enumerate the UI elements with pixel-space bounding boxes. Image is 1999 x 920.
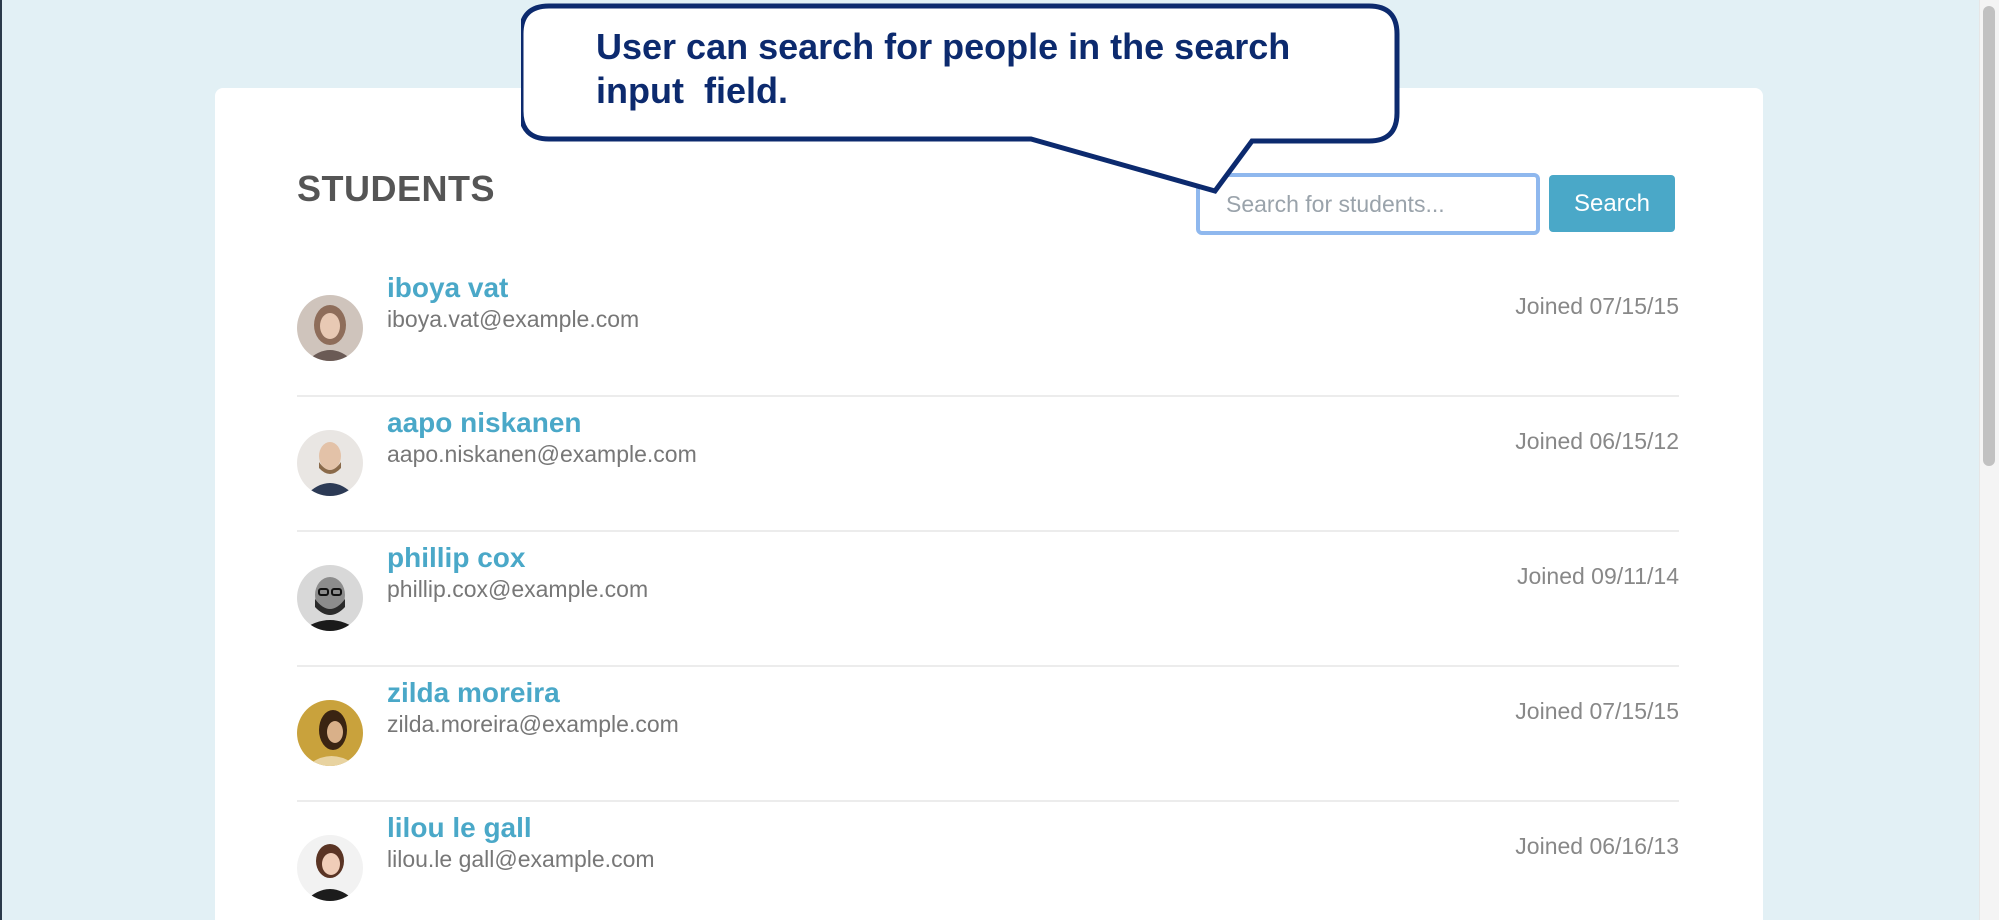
search-button[interactable]: Search xyxy=(1549,175,1675,232)
avatar-photo-icon xyxy=(297,565,363,631)
avatar xyxy=(297,430,363,496)
student-name-link[interactable]: zilda moreira xyxy=(387,677,560,709)
avatar-photo-icon xyxy=(297,295,363,361)
avatar-photo-icon xyxy=(297,835,363,901)
callout-text: User can search for people in the search… xyxy=(596,26,1291,111)
student-name-link[interactable]: lilou le gall xyxy=(387,812,532,844)
page-title: STUDENTS xyxy=(297,168,496,209)
student-row[interactable]: iboya vat iboya.vat@example.com Joined 0… xyxy=(297,262,1679,397)
student-name-link[interactable]: iboya vat xyxy=(387,272,508,304)
tooltip-callout: User can search for people in the search… xyxy=(521,3,1401,198)
scrollbar[interactable] xyxy=(1979,0,1999,920)
scrollbar-thumb[interactable] xyxy=(1983,6,1995,466)
student-row[interactable]: zilda moreira zilda.moreira@example.com … xyxy=(297,667,1679,802)
avatar xyxy=(297,295,363,361)
student-name-link[interactable]: aapo niskanen xyxy=(387,407,582,439)
student-row[interactable]: phillip cox phillip.cox@example.com Join… xyxy=(297,532,1679,667)
joined-date: Joined 06/15/12 xyxy=(1515,428,1679,454)
window-edge xyxy=(0,0,2,920)
avatar xyxy=(297,700,363,766)
avatar-photo-icon xyxy=(297,700,363,766)
student-list: iboya vat iboya.vat@example.com Joined 0… xyxy=(297,262,1679,920)
avatar xyxy=(297,835,363,901)
joined-date: Joined 06/16/13 xyxy=(1515,833,1679,859)
joined-date: Joined 07/15/15 xyxy=(1515,293,1679,319)
student-row[interactable]: aapo niskanen aapo.niskanen@example.com … xyxy=(297,397,1679,532)
avatar xyxy=(297,565,363,631)
avatar-photo-icon xyxy=(297,430,363,496)
student-email: phillip.cox@example.com xyxy=(387,576,649,602)
joined-date: Joined 09/11/14 xyxy=(1517,563,1679,589)
students-card: STUDENTS Search iboya vat iboya.vat@exam… xyxy=(215,88,1763,920)
student-email: iboya.vat@example.com xyxy=(387,306,640,332)
student-email: aapo.niskanen@example.com xyxy=(387,441,697,467)
student-email: zilda.moreira@example.com xyxy=(387,711,679,737)
student-row[interactable]: lilou le gall lilou.le gall@example.com … xyxy=(297,802,1679,920)
student-name-link[interactable]: phillip cox xyxy=(387,542,525,574)
joined-date: Joined 07/15/15 xyxy=(1515,698,1679,724)
student-email: lilou.le gall@example.com xyxy=(387,846,655,872)
